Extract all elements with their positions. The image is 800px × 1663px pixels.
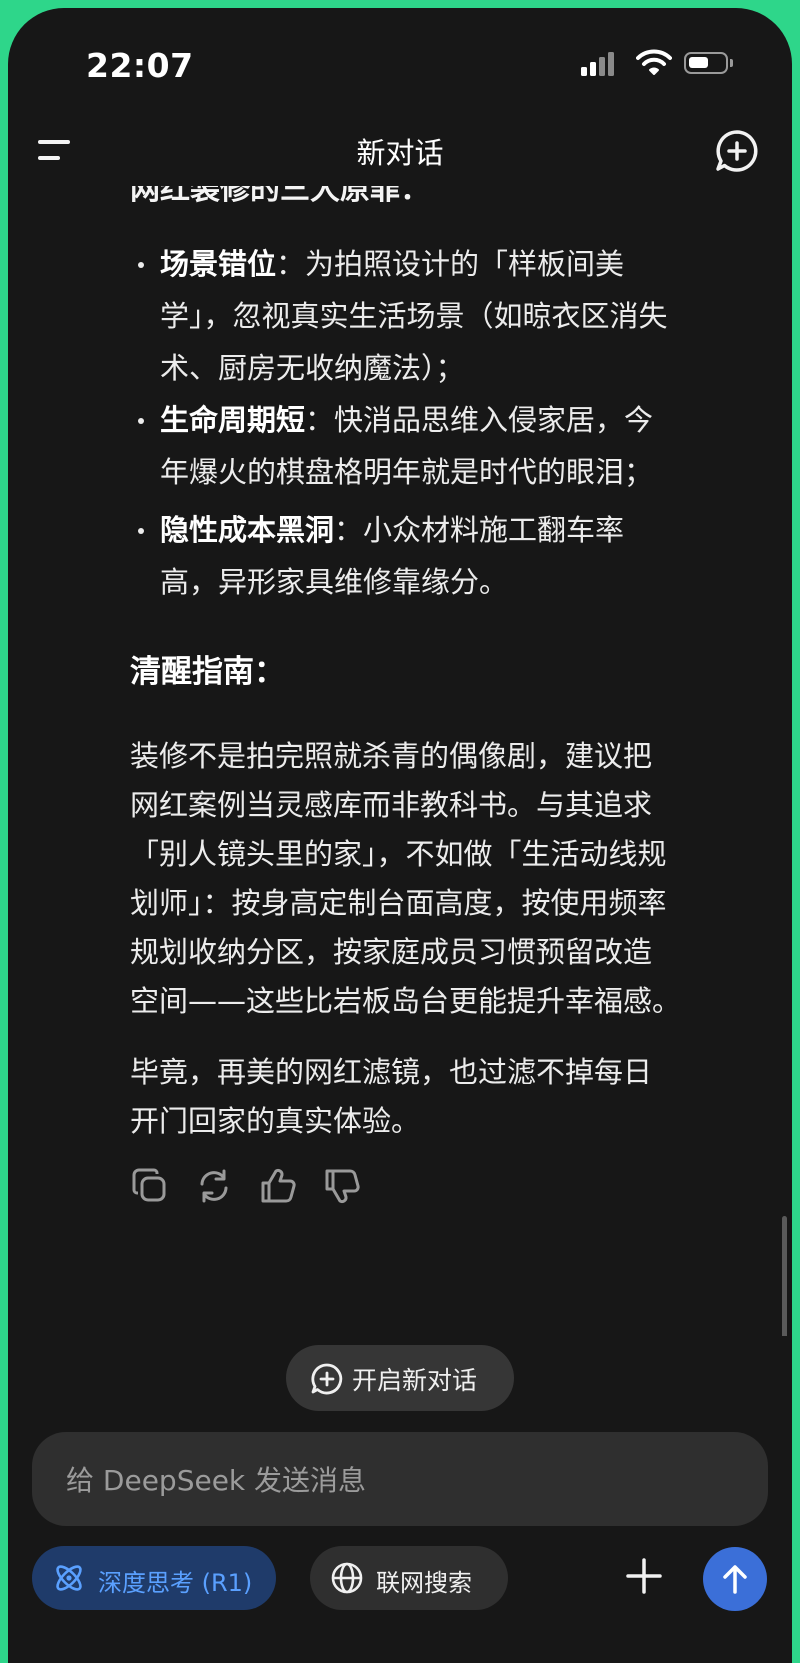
status-bar: 22:07 xyxy=(8,8,792,116)
bullet-text: 高，异形家具维修靠缘分。 xyxy=(160,565,509,599)
new-chat-icon[interactable] xyxy=(714,128,760,178)
new-conversation-label: 开启新对话 xyxy=(352,1366,478,1395)
message-input[interactable] xyxy=(64,1432,748,1528)
page-title: 新对话 xyxy=(356,136,444,170)
bullet-dot xyxy=(138,528,144,534)
send-button[interactable] xyxy=(703,1547,767,1611)
bullet-text: ：小众材料施工翻车率 xyxy=(334,513,625,547)
guide-heading: 清醒指南： xyxy=(130,654,285,690)
bullet-text: 年爆火的棋盘格明年就是时代的眼泪； xyxy=(160,455,654,489)
bullet-text: 术、厨房无收纳魔法）； xyxy=(160,351,465,385)
copy-icon[interactable] xyxy=(130,1166,170,1206)
list-item: 场景错位：为拍照设计的「样板间美 学」，忽视真实生活场景（如晾衣区消失 术、厨房… xyxy=(130,238,730,394)
atom-icon xyxy=(52,1561,86,1599)
web-search-toggle[interactable]: 联网搜索 xyxy=(310,1546,508,1610)
section-heading-cut-off: 网红装修的三大原罪： xyxy=(130,186,430,207)
thumbs-up-icon[interactable] xyxy=(258,1166,298,1206)
new-chat-icon xyxy=(310,1362,344,1400)
wifi-icon xyxy=(636,48,672,80)
paragraph-line: 装修不是拍完照就杀青的偶像剧，建议把 xyxy=(130,739,653,773)
bullet-text: ：为拍照设计的「样板间美 xyxy=(276,247,625,281)
list-item: 隐性成本黑洞：小众材料施工翻车率 高，异形家具维修靠缘分。 xyxy=(130,504,730,608)
bullet-dot xyxy=(138,262,144,268)
bullet-term: 生命周期短 xyxy=(160,403,306,437)
paragraph: 装修不是拍完照就杀青的偶像剧，建议把 网红案例当灵感库而非教科书。与其追求 「别… xyxy=(130,732,750,1026)
globe-icon xyxy=(330,1561,364,1599)
deep-think-label: 深度思考 (R1) xyxy=(98,1569,253,1597)
bullet-term: 场景错位 xyxy=(160,247,277,281)
status-time: 22:07 xyxy=(86,46,194,85)
thumbs-down-icon[interactable] xyxy=(322,1166,362,1206)
app-header: 新对话 xyxy=(8,116,792,186)
paragraph-line: 规划收纳分区，按家庭成员习惯预留改造 xyxy=(130,935,653,969)
attach-plus-icon[interactable] xyxy=(624,1556,664,1600)
phone-screen: 22:07 新对话 网红装修的三大原罪： 场景错位：为拍照设计的「样板间美 学」… xyxy=(8,8,792,1663)
battery-icon xyxy=(684,52,728,74)
deep-think-toggle[interactable]: 深度思考 (R1) xyxy=(32,1546,276,1610)
paragraph-line: 开门回家的真实体验。 xyxy=(130,1104,421,1138)
paragraph-line: 「别人镜头里的家」，不如做「生活动线规 xyxy=(130,837,667,871)
bullet-term: 隐性成本黑洞 xyxy=(160,513,335,547)
bullet-dot xyxy=(138,418,144,424)
new-conversation-button[interactable]: 开启新对话 xyxy=(286,1345,514,1411)
bullet-text: 学」，忽视真实生活场景（如晾衣区消失 xyxy=(160,299,668,333)
regenerate-icon[interactable] xyxy=(194,1166,234,1206)
paragraph-line: 毕竟，再美的网红滤镜，也过滤不掉每日 xyxy=(130,1055,653,1089)
message-composer xyxy=(32,1432,768,1528)
web-search-label: 联网搜索 xyxy=(376,1569,472,1597)
assistant-message: 网红装修的三大原罪： 场景错位：为拍照设计的「样板间美 学」，忽视真实生活场景（… xyxy=(8,186,792,1336)
paragraph: 毕竟，再美的网红滤镜，也过滤不掉每日 开门回家的真实体验。 xyxy=(130,1048,750,1146)
bullet-text: ：快消品思维入侵家居，今 xyxy=(305,403,654,437)
arrow-up-icon xyxy=(723,1565,747,1594)
list-item: 生命周期短：快消品思维入侵家居，今 年爆火的棋盘格明年就是时代的眼泪； xyxy=(130,394,730,498)
paragraph-line: 空间——这些比岩板岛台更能提升幸福感。 xyxy=(130,984,682,1018)
scrollbar[interactable] xyxy=(782,1216,787,1336)
cellular-signal-icon xyxy=(581,52,615,76)
paragraph-line: 网红案例当灵感库而非教科书。与其追求 xyxy=(130,788,653,822)
paragraph-line: 划师」：按身高定制台面高度，按使用频率 xyxy=(130,886,667,920)
